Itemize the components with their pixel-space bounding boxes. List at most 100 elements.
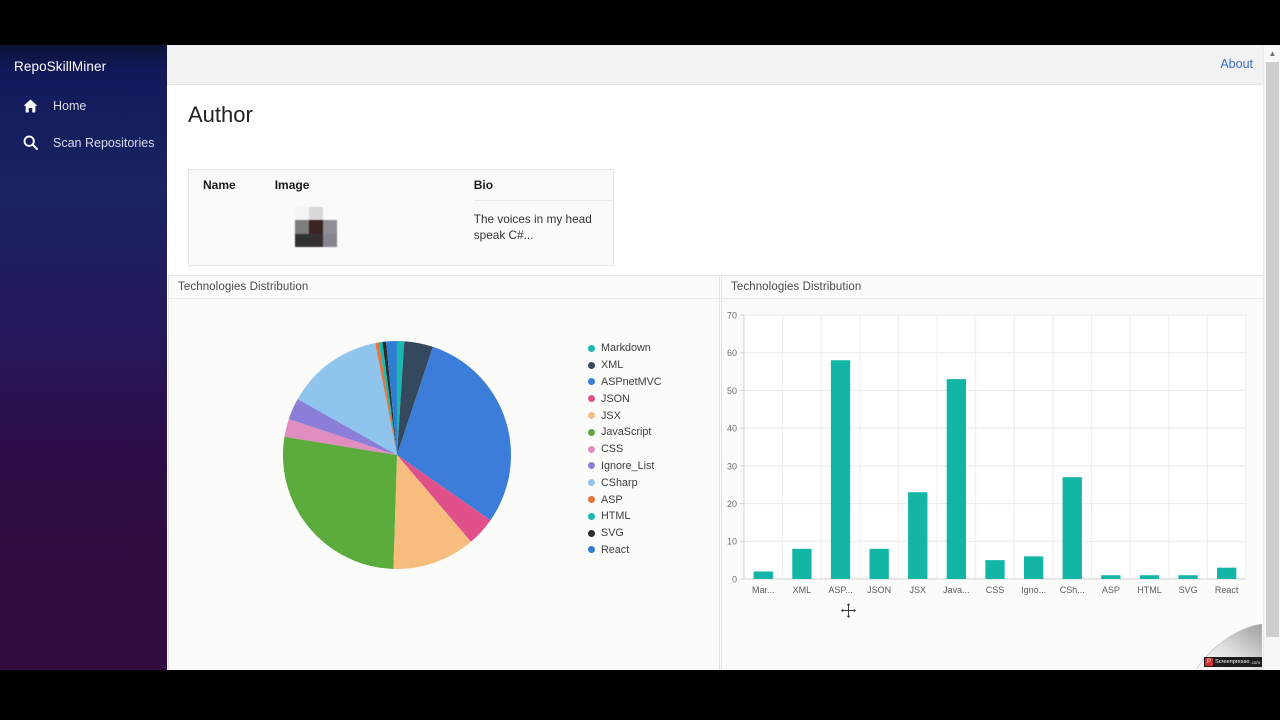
bar[interactable] — [1178, 575, 1198, 579]
pie-panel-divider — [169, 298, 719, 299]
legend-item[interactable]: JSON — [588, 390, 718, 407]
legend-item[interactable]: Markdown — [588, 340, 718, 357]
legend-item-label: CSS — [601, 443, 624, 456]
legend-color-swatch — [588, 496, 595, 504]
x-axis-tick-label: SVG — [1179, 585, 1198, 595]
legend-item[interactable]: JSX — [588, 407, 718, 424]
author-table-head: Name Image Bio — [189, 170, 613, 201]
x-axis-tick-label: XML — [793, 585, 812, 595]
sidebar-item-scan-repositories-label: Scan Repositories — [53, 135, 155, 150]
bar[interactable] — [792, 548, 812, 579]
bar-chart-svg[interactable]: 0 10 20 30 40 50 60 70 Mar... XML ASP... JSON JSX Jav… — [722, 302, 1268, 622]
bar[interactable] — [908, 492, 928, 579]
bar[interactable] — [985, 560, 1005, 579]
vertical-scrollbar[interactable]: ▲ — [1263, 45, 1280, 670]
legend-item-label: JSX — [601, 409, 621, 422]
bottom-letterbox — [0, 670, 1280, 720]
search-icon — [20, 135, 40, 151]
pie-chart-svg[interactable] — [282, 340, 512, 570]
legend-item-label: HTML — [601, 510, 631, 523]
x-axis-tick-label: ASP — [1102, 585, 1120, 595]
x-axis-tick-label: ASP... — [828, 585, 852, 595]
sidebar-item-scan-repositories[interactable]: Scan Repositories — [0, 124, 167, 161]
legend-item-label: SVG — [601, 527, 624, 540]
bar-panel-divider — [722, 298, 1266, 299]
author-table: Name Image Bio The voices in my head spe… — [189, 170, 613, 253]
legend-color-swatch — [588, 546, 595, 554]
legend-item[interactable]: HTML — [588, 508, 718, 525]
legend-item-label: Markdown — [601, 342, 651, 355]
sidebar-item-home[interactable]: Home — [0, 87, 167, 124]
x-axis-tick-label: Mar... — [752, 585, 775, 595]
legend-item-label: JavaScript — [601, 426, 652, 439]
home-icon — [20, 98, 40, 114]
legend-item[interactable]: CSS — [588, 441, 718, 458]
legend-item[interactable]: React — [588, 542, 718, 559]
legend-color-swatch — [588, 479, 595, 487]
bar[interactable] — [946, 379, 967, 579]
cell-author-name — [189, 201, 275, 254]
scrollbar-thumb[interactable] — [1266, 62, 1279, 637]
x-axis-tick-label: React — [1215, 585, 1239, 595]
bar[interactable] — [830, 360, 851, 579]
bar-chart-title: Technologies Distribution — [731, 281, 862, 293]
bar[interactable] — [1217, 567, 1237, 579]
y-axis-tick-label: 50 — [727, 386, 737, 396]
legend-item[interactable]: SVG — [588, 525, 718, 542]
legend-item-label: ASPnetMVC — [601, 375, 662, 388]
legend-color-swatch — [588, 428, 595, 436]
bar[interactable] — [1101, 575, 1121, 579]
legend-item-label: React — [601, 543, 630, 556]
bar[interactable] — [869, 548, 889, 579]
cell-author-image — [275, 201, 474, 254]
x-axis-tick-label: Igno... — [1021, 585, 1046, 595]
screenpresso-name: Screenpresso — [1214, 658, 1250, 665]
y-axis-tick-label: 10 — [727, 537, 737, 547]
y-axis-tick-label: 70 — [727, 310, 737, 320]
legend-color-swatch — [588, 412, 595, 420]
x-axis-tick-label: HTML — [1137, 585, 1162, 595]
legend-item[interactable]: ASP — [588, 491, 718, 508]
y-axis-tick-label: 20 — [727, 499, 737, 509]
legend-item[interactable]: Ignore_List — [588, 458, 718, 475]
legend-item-label: CSharp — [601, 476, 638, 489]
legend-color-swatch — [588, 395, 595, 403]
legend-item-label: ASP — [601, 493, 623, 506]
sidebar: RepoSkillMiner Home Scan Repositories — [0, 45, 167, 670]
y-axis-tick-label: 60 — [727, 348, 737, 358]
about-link[interactable]: About — [1220, 57, 1253, 71]
y-axis-tick-label: 30 — [727, 461, 737, 471]
legend-color-swatch — [588, 378, 595, 386]
column-header-name: Name — [203, 178, 236, 192]
sidebar-item-home-label: Home — [53, 98, 87, 113]
legend-color-swatch — [588, 462, 595, 470]
legend-item[interactable]: JavaScript — [588, 424, 718, 441]
legend-color-swatch — [588, 529, 595, 537]
screenpresso-badge-icon: P — [1204, 658, 1213, 666]
top-letterbox — [0, 0, 1280, 45]
x-axis-tick-label: JSON — [867, 585, 891, 595]
x-axis-tick-label: CSh... — [1060, 585, 1085, 595]
column-header-bio: Bio — [473, 178, 494, 192]
legend-color-swatch — [588, 361, 595, 369]
top-bar: About — [167, 45, 1280, 85]
pie-chart-area: Markdown XML ASPnetMVC JSON JSX JavaScript CSS… — [169, 302, 721, 670]
scroll-up-arrow-icon[interactable]: ▲ — [1264, 45, 1280, 62]
legend-item[interactable]: ASPnetMVC — [588, 374, 718, 391]
bar-chart-area: 0 10 20 30 40 50 60 70 Mar... XML ASP... JSON JSX Jav… — [722, 302, 1268, 670]
x-axis-tick-label: CSS — [986, 585, 1005, 595]
y-axis-tick-label: 0 — [732, 574, 737, 584]
bar[interactable] — [1062, 477, 1082, 579]
pie-slice[interactable] — [282, 436, 397, 569]
author-table-header-row: Name Image Bio — [189, 170, 613, 201]
legend-color-swatch — [588, 344, 595, 352]
legend-item[interactable]: XML — [588, 357, 718, 374]
screenpresso-suffix: .com — [1250, 659, 1260, 665]
legend-item[interactable]: CSharp — [588, 474, 718, 491]
bar[interactable] — [1139, 575, 1160, 579]
bar[interactable] — [753, 571, 773, 579]
x-axis-tick-label: JSX — [910, 585, 927, 595]
bar[interactable] — [1023, 556, 1044, 579]
application-viewport: RepoSkillMiner Home Scan Repositories Ab… — [0, 45, 1280, 670]
column-header-image: Image — [274, 178, 310, 192]
